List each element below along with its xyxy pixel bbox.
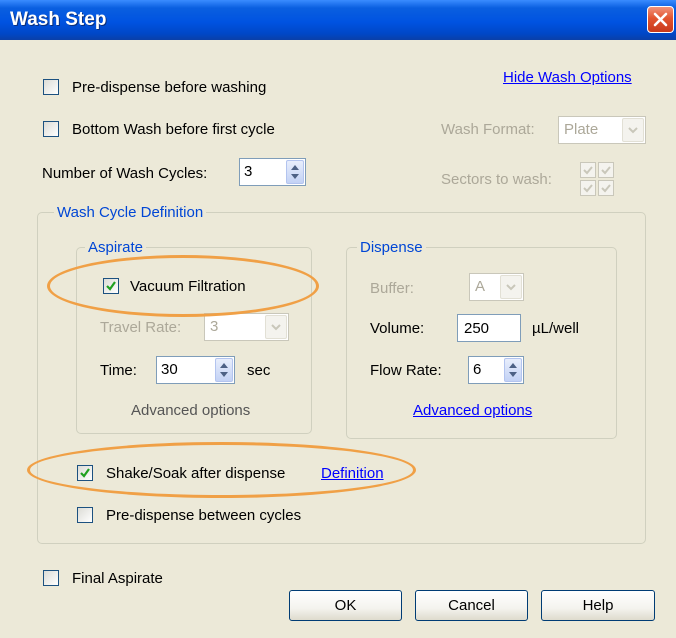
- ok-button[interactable]: OK: [289, 590, 402, 621]
- wash-format-label: Wash Format:: [441, 121, 535, 138]
- final-aspirate-checkbox[interactable]: [43, 570, 59, 586]
- wash-cycles-label: Number of Wash Cycles:: [42, 165, 208, 182]
- spin-arrows-icon[interactable]: [286, 160, 304, 184]
- aspirate-title: Aspirate: [85, 239, 147, 256]
- wash-cycles-stepper[interactable]: 3: [239, 158, 306, 186]
- volume-field[interactable]: 250: [457, 314, 521, 342]
- aspirate-advanced-options: Advanced options: [131, 402, 251, 419]
- travel-rate-value: 3: [210, 318, 219, 335]
- volume-unit: µL/well: [532, 320, 579, 337]
- wash-format-select[interactable]: Plate: [558, 116, 646, 144]
- travel-rate-label: Travel Rate:: [100, 319, 182, 336]
- definition-link[interactable]: Definition: [321, 465, 384, 482]
- checkmark-icon: [583, 166, 593, 175]
- flow-rate-label: Flow Rate:: [370, 362, 442, 379]
- time-label: Time:: [100, 362, 137, 379]
- bottom-wash-label: Bottom Wash before first cycle: [72, 121, 275, 138]
- buffer-value: A: [475, 278, 486, 295]
- wash-cycle-definition-title: Wash Cycle Definition: [54, 204, 207, 221]
- wash-cycles-value: 3: [244, 163, 253, 180]
- pre-dispense-checkbox[interactable]: [43, 79, 59, 95]
- pre-dispense-label: Pre-dispense before washing: [72, 79, 267, 96]
- wash-format-value: Plate: [564, 121, 599, 138]
- dispense-title: Dispense: [357, 239, 426, 256]
- checkmark-icon: [106, 281, 116, 291]
- pre-dispense-between-checkbox[interactable]: [77, 507, 93, 523]
- volume-label: Volume:: [370, 320, 425, 337]
- final-aspirate-label: Final Aspirate: [72, 570, 163, 587]
- sector-checkbox[interactable]: [598, 180, 614, 196]
- close-button[interactable]: [647, 6, 674, 33]
- buffer-select[interactable]: A: [469, 273, 524, 301]
- chevron-down-icon: [622, 118, 644, 142]
- flow-rate-value: 6: [473, 361, 482, 378]
- sectors-label: Sectors to wash:: [441, 171, 552, 188]
- checkmark-icon: [80, 468, 90, 478]
- shake-soak-checkbox[interactable]: [77, 465, 93, 481]
- time-value: 30: [161, 361, 178, 378]
- hide-wash-options-link[interactable]: Hide Wash Options: [503, 69, 632, 86]
- flow-rate-stepper[interactable]: 6: [468, 356, 524, 384]
- vacuum-filtration-label: Vacuum Filtration: [130, 278, 246, 295]
- travel-rate-select[interactable]: 3: [204, 313, 289, 341]
- title-bar: Wash Step: [0, 0, 676, 40]
- window-title: Wash Step: [10, 9, 107, 30]
- checkmark-icon: [601, 184, 611, 193]
- spin-arrows-icon[interactable]: [504, 358, 522, 382]
- sector-checkbox[interactable]: [580, 162, 596, 178]
- dispense-advanced-options-link[interactable]: Advanced options: [413, 402, 532, 419]
- cancel-button[interactable]: Cancel: [415, 590, 528, 621]
- vacuum-filtration-checkbox[interactable]: [103, 278, 119, 294]
- sector-checkbox[interactable]: [580, 180, 596, 196]
- help-button[interactable]: Help: [541, 590, 655, 621]
- bottom-wash-checkbox[interactable]: [43, 121, 59, 137]
- close-icon: [653, 12, 668, 27]
- spin-arrows-icon[interactable]: [215, 358, 233, 382]
- checkmark-icon: [601, 166, 611, 175]
- pre-dispense-between-label: Pre-dispense between cycles: [106, 507, 302, 524]
- volume-value: 250: [464, 320, 490, 337]
- checkmark-icon: [583, 184, 593, 193]
- time-unit: sec: [247, 362, 271, 379]
- shake-soak-label: Shake/Soak after dispense: [106, 465, 286, 482]
- time-stepper[interactable]: 30: [156, 356, 235, 384]
- chevron-down-icon: [500, 275, 522, 299]
- chevron-down-icon: [265, 315, 287, 339]
- buffer-label: Buffer:: [370, 280, 414, 297]
- sector-checkbox[interactable]: [598, 162, 614, 178]
